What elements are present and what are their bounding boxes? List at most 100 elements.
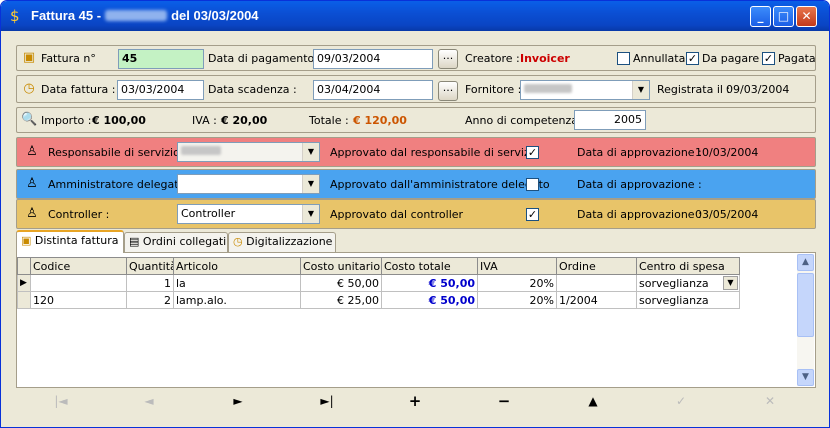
title-bar[interactable]: $ Fattura 45 - del 03/03/2004 _ □ ✕ — [1, 1, 829, 31]
responsabile-date: 10/03/2004 — [695, 146, 759, 159]
minimize-button[interactable]: _ — [750, 6, 771, 27]
vertical-scrollbar[interactable]: ▲ ▼ — [797, 254, 814, 386]
fornitore-label: Fornitore : — [465, 83, 522, 96]
col-header-quantita[interactable]: Quantità — [126, 257, 174, 275]
data-fattura-label: Data fattura : — [41, 83, 116, 96]
creatore-label: Creatore : — [465, 52, 520, 65]
tab-distinta-fattura[interactable]: ▣ Distinta fattura — [16, 230, 124, 253]
scroll-down-icon[interactable]: ▼ — [797, 369, 814, 386]
cancel-record-button[interactable]: ✕ — [755, 393, 785, 409]
scroll-up-icon[interactable]: ▲ — [797, 254, 814, 271]
delete-record-button[interactable]: − — [489, 393, 519, 409]
importo-label: Importo : — [41, 114, 92, 127]
cell-codice[interactable]: 120 — [30, 291, 127, 309]
controller-combo[interactable]: Controller ▼ — [177, 204, 320, 224]
anno-field[interactable]: 2005 — [574, 110, 646, 130]
controller-approved-label: Approvato dal controller — [330, 208, 464, 221]
cell-quantita[interactable]: 2 — [126, 291, 174, 309]
next-record-button[interactable]: ► — [223, 393, 253, 409]
invoice-icon: ▣ — [22, 50, 36, 65]
tab-digitalizzazione[interactable]: ◷ Digitalizzazione — [228, 232, 336, 252]
last-record-button[interactable]: ►| — [312, 393, 342, 409]
invoice-dates-row: ◷ Data fattura : 03/03/2004 Data scadenz… — [16, 75, 816, 103]
cell-centro-di-spesa[interactable]: sorveglianza — [636, 291, 740, 309]
chevron-down-icon[interactable]: ▼ — [302, 143, 319, 161]
clock-icon: ◷ — [233, 235, 243, 248]
clipboard-icon: ▤ — [129, 235, 140, 248]
cell-codice[interactable] — [30, 274, 127, 292]
prior-record-button[interactable]: ◄ — [134, 393, 164, 409]
pagamento-date-field[interactable]: 09/03/2004 — [313, 49, 433, 69]
cell-articolo[interactable]: lamp.alo. — [173, 291, 301, 309]
row-selector-header — [17, 257, 31, 275]
pagata-label: Pagata — [778, 52, 816, 65]
scroll-thumb[interactable] — [797, 273, 814, 337]
pagamento-date-picker-button[interactable]: ... — [438, 49, 458, 69]
cell-iva[interactable]: 20% — [477, 274, 557, 292]
fornitore-combo[interactable]: ▼ — [520, 80, 650, 100]
iva-label: IVA : — [192, 114, 217, 127]
chevron-down-icon[interactable]: ▼ — [302, 205, 319, 223]
chevron-down-icon[interactable]: ▼ — [302, 175, 319, 193]
pagamento-label: Data di pagamento : — [208, 52, 322, 65]
pagata-checkbox[interactable]: ✓ — [762, 52, 775, 65]
scadenza-date-picker-button[interactable]: ... — [438, 81, 458, 101]
controller-approved-checkbox[interactable]: ✓ — [526, 208, 539, 221]
controller-label: Controller : — [48, 208, 110, 221]
window-title: Fattura 45 - del 03/03/2004 — [31, 8, 259, 23]
col-header-ordine[interactable]: Ordine — [556, 257, 637, 275]
col-header-costo-unitario[interactable]: Costo unitario — [300, 257, 382, 275]
controller-date: 03/05/2004 — [695, 208, 759, 221]
maximize-button[interactable]: □ — [773, 6, 794, 27]
anno-label: Anno di competenza : — [465, 114, 586, 127]
amministratore-approved-checkbox[interactable] — [526, 178, 539, 191]
edit-record-button[interactable]: ▲ — [578, 393, 608, 409]
redacted-supplier — [105, 10, 168, 21]
amministratore-combo[interactable]: ▼ — [177, 174, 320, 194]
invoice-window: $ Fattura 45 - del 03/03/2004 _ □ ✕ ▣ Fat… — [0, 0, 830, 428]
table-row[interactable]: 120 2 lamp.alo. € 25,00 € 50,00 20% 1/20… — [17, 291, 740, 309]
iva-value: € 20,00 — [221, 114, 268, 127]
cell-ordine[interactable]: 1/2004 — [556, 291, 637, 309]
cell-costo-unitario[interactable]: € 25,00 — [300, 291, 382, 309]
invoice-totals-row: 🔍 Importo : € 100,00 IVA : € 20,00 Total… — [16, 107, 816, 133]
cell-quantita[interactable]: 1 — [126, 274, 174, 292]
fattura-number-field[interactable]: 45 — [118, 49, 204, 69]
insert-record-button[interactable]: + — [400, 393, 430, 409]
amministratore-date-label: Data di approvazione : — [577, 178, 702, 191]
col-header-iva[interactable]: IVA — [477, 257, 557, 275]
close-button[interactable]: ✕ — [796, 6, 817, 27]
post-record-button[interactable]: ✓ — [666, 393, 696, 409]
annullata-checkbox[interactable] — [617, 52, 630, 65]
responsabile-combo[interactable]: ▼ — [177, 142, 320, 162]
scadenza-label: Data scadenza : — [208, 83, 297, 96]
chevron-down-icon[interactable]: ▼ — [632, 81, 649, 99]
cell-articolo[interactable]: la — [173, 274, 301, 292]
col-header-centro-di-spesa[interactable]: Centro di spesa — [636, 257, 740, 275]
chevron-down-icon[interactable]: ▼ — [723, 276, 738, 290]
data-fattura-field[interactable]: 03/03/2004 — [117, 80, 204, 100]
scadenza-date-field[interactable]: 03/04/2004 — [313, 80, 433, 100]
clock-icon: ◷ — [23, 81, 35, 96]
cell-ordine[interactable] — [556, 274, 637, 292]
cell-costo-totale: € 50,00 — [381, 274, 478, 292]
cell-iva[interactable]: 20% — [477, 291, 557, 309]
redacted-responsabile — [181, 146, 221, 155]
responsabile-approved-label: Approvato dal responsabile di servizio — [330, 146, 540, 159]
table-row[interactable]: ▶ 1 la € 50,00 € 50,00 20% sorveglianza ▼ — [17, 274, 740, 292]
tab-ordini-collegati[interactable]: ▤ Ordini collegati — [124, 232, 228, 252]
first-record-button[interactable]: |◄ — [46, 393, 76, 409]
row-selector-current[interactable]: ▶ — [17, 274, 31, 292]
col-header-articolo[interactable]: Articolo — [173, 257, 301, 275]
cell-centro-di-spesa-combo[interactable]: sorveglianza ▼ — [636, 274, 740, 292]
approval-controller-row: ♙ Controller : Controller ▼ Approvato dal… — [16, 199, 816, 229]
row-selector[interactable] — [17, 291, 31, 309]
approval-amministratore-row: ♙ Amministratore delegato : ▼ Approvato … — [16, 169, 816, 199]
amministratore-label: Amministratore delegato : — [48, 178, 193, 191]
col-header-codice[interactable]: Codice — [30, 257, 127, 275]
cell-costo-unitario[interactable]: € 50,00 — [300, 274, 382, 292]
col-header-costo-totale[interactable]: Costo totale — [381, 257, 478, 275]
responsabile-approved-checkbox[interactable]: ✓ — [526, 146, 539, 159]
dapagare-checkbox[interactable]: ✓ — [686, 52, 699, 65]
responsabile-label: Responsabile di servizio : — [48, 146, 188, 159]
